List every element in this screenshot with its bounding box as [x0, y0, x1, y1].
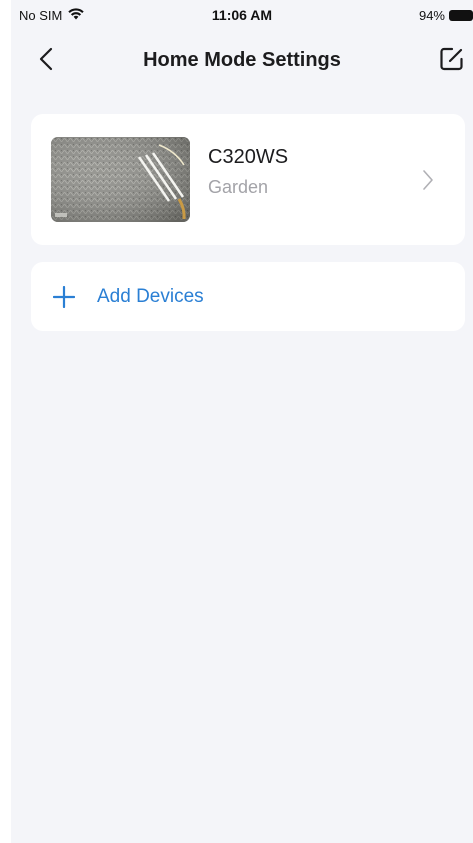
- edit-icon: [439, 46, 465, 77]
- device-name: C320WS: [208, 146, 289, 168]
- add-devices-label: Add Devices: [97, 286, 204, 307]
- add-devices-button[interactable]: Add Devices: [31, 262, 465, 331]
- edit-button[interactable]: [435, 44, 469, 78]
- chevron-right-icon: [421, 168, 435, 192]
- battery-percent: 94%: [418, 8, 445, 23]
- home-mode-settings-screen: No SIM 11:06 AM 94% Home Mode Settings C…: [11, 0, 473, 843]
- device-location: Garden: [208, 177, 269, 197]
- device-card[interactable]: C320WS Garden: [31, 114, 465, 245]
- status-right: 94%: [419, 8, 473, 23]
- status-time: 11:06 AM: [211, 7, 273, 23]
- page-title: Home Mode Settings: [143, 49, 341, 71]
- battery-icon: [449, 10, 473, 21]
- plus-icon: [52, 285, 76, 309]
- navigation-bar: Home Mode Settings: [11, 36, 473, 86]
- status-bar: No SIM 11:06 AM 94%: [11, 0, 473, 30]
- device-thumbnail: [51, 137, 190, 222]
